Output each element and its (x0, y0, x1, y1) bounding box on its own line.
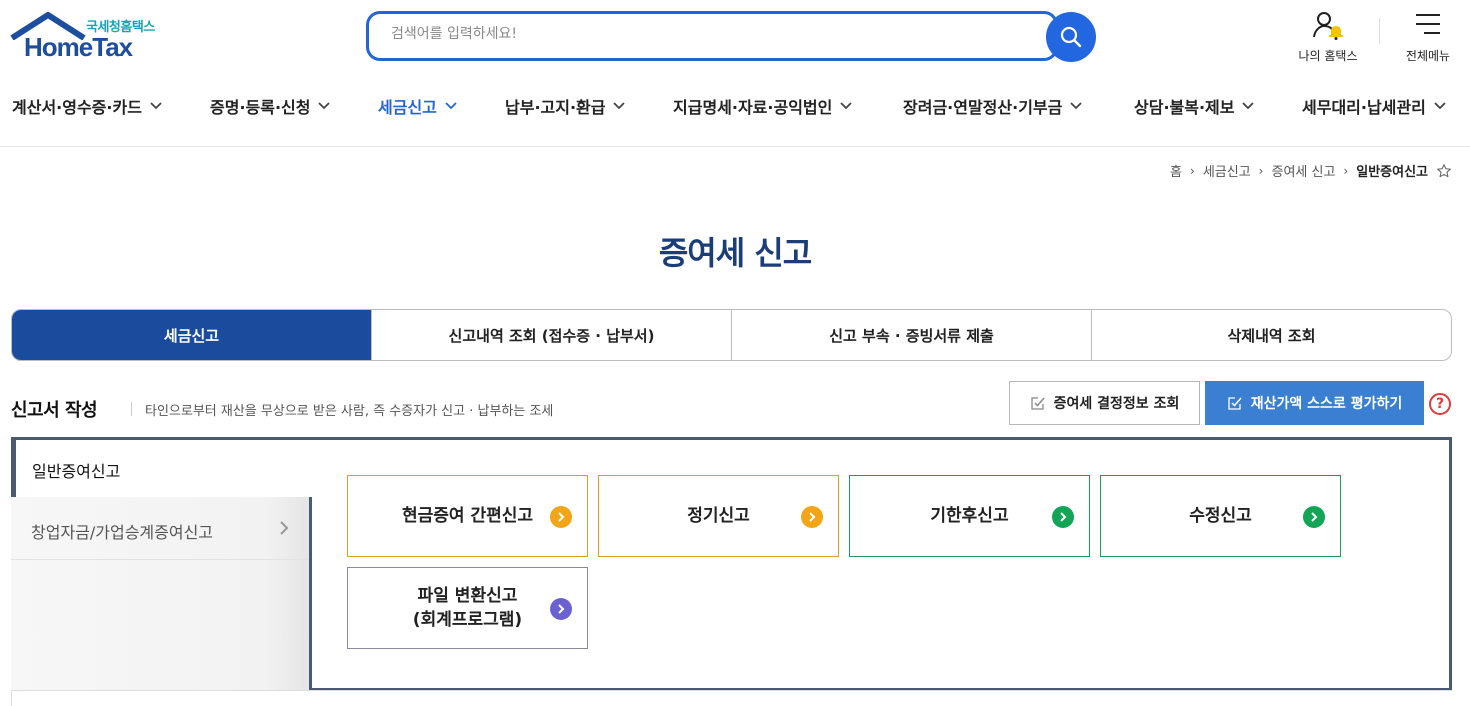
chevron-down-icon (1434, 102, 1446, 110)
chevron-down-icon (1242, 102, 1255, 110)
tab-filing-history[interactable]: 신고내역 조회 (접수증 · 납부서) (371, 310, 731, 360)
hamburger-menu-icon (1416, 14, 1440, 34)
section-description: 타인으로부터 재산을 무상으로 받은 사람, 즉 수증자가 신고 · 납부하는 … (145, 404, 554, 419)
search-input[interactable] (389, 25, 1029, 43)
checkbox-edit-icon (1228, 397, 1242, 410)
gnb-label: 세무대리·납세관리 (1302, 98, 1426, 117)
tab-deleted-history[interactable]: 삭제내역 조회 (1091, 310, 1451, 360)
self-evaluate-property-label: 재산가액 스스로 평가하기 (1250, 396, 1403, 412)
card-label: 현금증여 간편신고 (401, 506, 534, 526)
card-late-filing[interactable]: 기한후신고 (849, 475, 1090, 557)
gift-tax-decision-info-button[interactable]: 증여세 결정정보 조회 (1009, 381, 1200, 425)
favorite-star-icon[interactable] (1436, 163, 1452, 179)
tab-submit-documents[interactable]: 신고 부속 · 증빙서류 제출 (731, 310, 1091, 360)
gift-tax-decision-info-label: 증여세 결정정보 조회 (1053, 396, 1180, 412)
breadcrumb-separator-icon: › (1343, 163, 1349, 178)
my-hometax-button[interactable]: 나의 홈택스 (1290, 10, 1366, 64)
card-amended-filing[interactable]: 수정신고 (1100, 475, 1341, 557)
card-file-conversion-filing[interactable]: 파일 변환신고 (회계프로그램) (347, 567, 588, 649)
gnb-label: 지급명세·자료·공익법인 (673, 98, 833, 117)
chevron-down-icon (613, 102, 626, 110)
panel-border (309, 437, 1452, 440)
breadcrumb-current: 일반증여신고 (1356, 165, 1428, 180)
logo-english-text: HomeTax (24, 32, 133, 62)
my-hometax-label: 나의 홈택스 (1298, 49, 1358, 63)
gnb-item-tax-filing[interactable]: 세금신고 (378, 94, 457, 118)
side-item-startup-gift[interactable]: 창업자금/가업승계증여신고 (11, 500, 309, 560)
card-label: 기한후신고 (930, 506, 1009, 526)
gnb-item-agency[interactable]: 세무대리·납세관리 (1302, 94, 1446, 118)
section-divider (131, 402, 132, 416)
gnb-label: 납부·고지·환급 (505, 98, 606, 117)
breadcrumb-gift-tax[interactable]: 증여세 신고 (1271, 161, 1335, 180)
all-menu-button[interactable]: 전체메뉴 (1396, 10, 1460, 64)
breadcrumb-separator-icon: › (1258, 163, 1264, 178)
chevron-right-icon (280, 521, 289, 535)
card-label: 수정신고 (1189, 506, 1252, 526)
tab-tax-filing[interactable]: 세금신고 (12, 310, 371, 360)
arrow-right-circle-icon (1052, 506, 1074, 528)
search-icon (1060, 26, 1082, 48)
panel-border (1449, 437, 1452, 691)
section-title: 신고서 작성 (11, 400, 98, 421)
hometax-logo[interactable]: 국세청홈택스 HomeTax (10, 12, 170, 62)
arrow-right-circle-icon (550, 598, 572, 620)
gnb-divider (0, 146, 1470, 147)
chevron-down-icon (1070, 102, 1082, 110)
chevron-down-icon (150, 102, 162, 110)
side-item-label: 창업자금/가업승계증여신고 (31, 523, 214, 542)
panel-border (309, 497, 312, 691)
card-cash-gift-simple[interactable]: 현금증여 간편신고 (347, 475, 588, 557)
search-button[interactable] (1046, 12, 1096, 62)
tab-bar: 세금신고 신고내역 조회 (접수증 · 납부서) 신고 부속 · 증빙서류 제출… (11, 309, 1452, 361)
gnb-item-payment[interactable]: 납부·고지·환급 (505, 94, 626, 118)
bottom-divider (11, 690, 1452, 691)
gnb-label: 상담·불복·제보 (1134, 98, 1235, 117)
page-title: 증여세 신고 (658, 234, 812, 272)
checkbox-edit-icon (1031, 397, 1045, 410)
gnb-item-incentives[interactable]: 장려금·연말정산·기부금 (903, 94, 1082, 118)
gnb-item-consultation[interactable]: 상담·불복·제보 (1134, 94, 1255, 118)
all-menu-label: 전체메뉴 (1405, 49, 1451, 63)
card-label-line1: 파일 변환신고 (417, 586, 518, 606)
help-icon[interactable]: ? (1429, 393, 1451, 415)
gnb-item-certificates[interactable]: 증명·등록·신청 (210, 94, 331, 118)
gnb-label: 장려금·연말정산·기부금 (903, 98, 1063, 117)
gnb-label: 증명·등록·신청 (210, 98, 311, 117)
search-box (366, 11, 1058, 61)
main-navigation: 계산서·영수증·카드 증명·등록·신청 세금신고 납부·고지·환급 지급명세·자… (0, 80, 1470, 130)
side-item-general-gift[interactable]: 일반증여신고 (11, 437, 313, 497)
side-item-label: 일반증여신고 (32, 462, 121, 481)
breadcrumb-home[interactable]: 홈 (1170, 161, 1182, 180)
user-bell-icon (1313, 12, 1343, 40)
card-regular-filing[interactable]: 정기신고 (598, 475, 839, 557)
arrow-right-circle-icon (1303, 506, 1325, 528)
gnb-item-statements[interactable]: 지급명세·자료·공익법인 (673, 94, 852, 118)
breadcrumb-separator-icon: › (1190, 163, 1195, 178)
gnb-label: 세금신고 (378, 98, 437, 117)
arrow-right-circle-icon (801, 506, 823, 528)
card-label: 정기신고 (687, 506, 750, 526)
chevron-down-icon (840, 102, 852, 110)
gnb-label: 계산서·영수증·카드 (12, 98, 142, 117)
arrow-right-circle-icon (550, 506, 572, 528)
gnb-item-invoices[interactable]: 계산서·영수증·카드 (12, 94, 162, 118)
self-evaluate-property-button[interactable]: 재산가액 스스로 평가하기 (1205, 381, 1424, 425)
chevron-down-icon (318, 102, 331, 110)
breadcrumb-tax-filing[interactable]: 세금신고 (1203, 161, 1251, 180)
breadcrumb: 홈 › 세금신고 › 증여세 신고 › 일반증여신고 (1170, 161, 1452, 180)
card-label: 파일 변환신고 (회계프로그램) (413, 584, 522, 632)
card-label-line2: (회계프로그램) (412, 610, 523, 630)
chevron-down-icon (445, 102, 457, 110)
util-divider (1379, 18, 1380, 44)
